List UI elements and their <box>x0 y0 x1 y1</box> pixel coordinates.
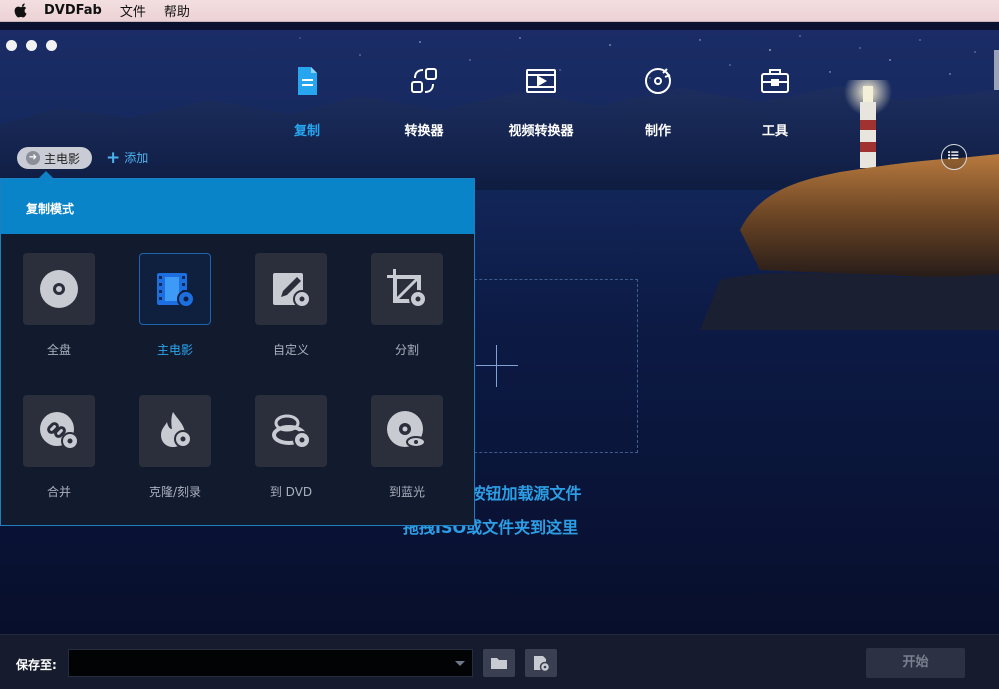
save-path-input[interactable] <box>68 649 473 677</box>
arrow-right-icon: ➜ <box>26 151 40 165</box>
add-label: 添加 <box>124 151 149 165</box>
creator-icon <box>645 68 671 94</box>
list-menu-button[interactable] <box>941 144 967 170</box>
merge-icon <box>40 412 79 450</box>
to-dvd-icon <box>272 414 311 449</box>
split-icon <box>387 269 427 308</box>
apple-menu-icon[interactable] <box>14 3 30 18</box>
drop-plus-vertical <box>496 345 497 387</box>
clone-burn-icon <box>161 412 192 448</box>
main-movie-icon <box>157 273 195 308</box>
list-icon <box>948 151 959 160</box>
tab-converter[interactable]: 转换器 <box>374 64 474 139</box>
tab-creator[interactable]: 制作 <box>608 64 708 139</box>
menu-app-name[interactable]: DVDFab <box>44 3 102 18</box>
mode-label: 自定义 <box>272 343 309 357</box>
start-button[interactable]: 开始 <box>866 648 965 678</box>
mode-full-disc[interactable]: 全盘 <box>9 253 109 358</box>
mode-clone-burn[interactable]: 克隆/刻录 <box>125 395 225 500</box>
mode-main-movie[interactable]: 主电影 <box>125 253 225 358</box>
chip-label: 主电影 <box>44 151 81 166</box>
mode-label: 到蓝光 <box>388 485 425 499</box>
dvdfab-window: 复制 转换器 视频转换器 制作 工具 ➜ 主电影 + 添加 点击“+”按钮加载源… <box>0 30 999 689</box>
mode-tile <box>139 253 211 325</box>
add-source-button[interactable]: + 添加 <box>106 149 148 166</box>
menu-help[interactable]: 帮助 <box>164 1 190 20</box>
copy-mode-title: 复制模式 <box>1 179 474 234</box>
mode-merge[interactable]: 合并 <box>9 395 109 500</box>
main-movie-mode-chip[interactable]: ➜ 主电影 <box>17 147 92 169</box>
tab-creator-label: 制作 <box>644 124 671 139</box>
tab-toolbox-label: 工具 <box>761 124 788 139</box>
video-converter-icon <box>526 69 556 93</box>
toolbox-icon <box>761 69 789 93</box>
mode-tile <box>23 395 95 467</box>
mode-label: 全盘 <box>46 343 71 357</box>
mac-menu-bar: DVDFab 文件 帮助 <box>0 0 999 22</box>
tab-converter-label: 转换器 <box>404 124 444 139</box>
disc-save-icon <box>534 656 551 672</box>
mode-label: 到 DVD <box>269 485 313 499</box>
panel-caret <box>39 171 53 178</box>
tab-video-converter[interactable]: 视频转换器 <box>491 64 591 139</box>
converter-icon <box>411 68 437 93</box>
bottom-bar: 保存至: 开始 <box>0 634 999 689</box>
customize-icon <box>273 273 311 308</box>
to-bluray-icon <box>387 411 426 448</box>
save-to-label: 保存至: <box>16 658 57 672</box>
copy-mode-panel: 复制模式 全盘 主电影 自定义 分割 合并 克隆/刻录 到 DVD 到蓝光 <box>0 178 475 526</box>
window-minimize-button[interactable] <box>26 40 37 51</box>
folder-icon <box>491 658 507 669</box>
mode-tile <box>255 253 327 325</box>
tab-video-converter-label: 视频转换器 <box>508 124 574 139</box>
mode-split[interactable]: 分割 <box>357 253 457 358</box>
plus-icon: + <box>106 147 121 168</box>
mode-label: 合并 <box>46 485 71 499</box>
window-edge-strip <box>994 50 999 90</box>
mode-label: 克隆/刻录 <box>148 485 202 499</box>
browse-folder-button[interactable] <box>483 649 515 677</box>
window-maximize-button[interactable] <box>46 40 57 51</box>
tab-toolbox[interactable]: 工具 <box>725 64 825 139</box>
mode-label: 分割 <box>394 343 419 357</box>
mode-tile <box>371 395 443 467</box>
save-path-dropdown-icon[interactable] <box>455 661 465 666</box>
save-as-iso-button[interactable] <box>525 649 557 677</box>
mode-tile <box>255 395 327 467</box>
mode-to-dvd[interactable]: 到 DVD <box>241 395 341 500</box>
drop-plus-horizontal <box>476 365 518 366</box>
mode-customize[interactable]: 自定义 <box>241 253 341 358</box>
mode-to-bluray[interactable]: 到蓝光 <box>357 395 457 500</box>
copy-icon <box>298 67 317 95</box>
full-disc-icon <box>40 270 78 308</box>
window-close-button[interactable] <box>6 40 17 51</box>
mode-tile <box>371 253 443 325</box>
mode-tile <box>139 395 211 467</box>
mode-tile <box>23 253 95 325</box>
menu-file[interactable]: 文件 <box>120 1 146 20</box>
tab-copy-label: 复制 <box>293 124 320 139</box>
mode-label: 主电影 <box>156 343 193 357</box>
tab-copy[interactable]: 复制 <box>257 64 357 139</box>
